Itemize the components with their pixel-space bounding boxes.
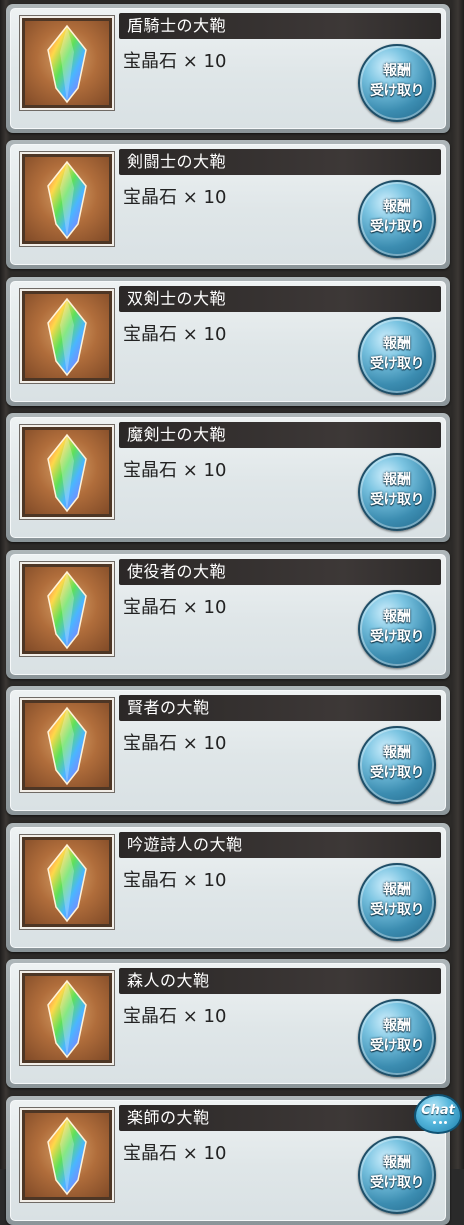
reward-card: 使役者の大鞄 宝晶石 × 10 報酬 受け取り (6, 550, 450, 679)
reward-card: 吟遊詩人の大鞄 宝晶石 × 10 報酬 受け取り (6, 823, 450, 952)
reward-title: 使役者の大鞄 (127, 562, 227, 581)
claim-reward-button[interactable]: 報酬 受け取り (358, 726, 436, 804)
reward-card-body: 盾騎士の大鞄 宝晶石 × 10 報酬 受け取り (10, 8, 446, 129)
chat-label: Chat (421, 1103, 455, 1118)
reward-title-bar: 賢者の大鞄 (119, 695, 441, 721)
reward-title: 剣闘士の大鞄 (127, 152, 227, 171)
reward-title: 双剣士の大鞄 (127, 289, 227, 308)
claim-label-line2: 受け取り (370, 1175, 425, 1191)
reward-card: 楽師の大鞄 宝晶石 × 10 報酬 受け取り (6, 1096, 450, 1225)
reward-title-bar: 盾騎士の大鞄 (119, 13, 441, 39)
reward-card: 双剣士の大鞄 宝晶石 × 10 報酬 受け取り (6, 277, 450, 406)
crystal-icon (19, 151, 115, 247)
reward-title-bar: 使役者の大鞄 (119, 559, 441, 585)
claim-label-line2: 受け取り (370, 1038, 425, 1054)
claim-label-line2: 受け取り (370, 356, 425, 372)
reward-item-text: 宝晶石 × 10 (123, 460, 227, 481)
reward-title: 魔剣士の大鞄 (127, 425, 227, 444)
crystal-icon (19, 15, 115, 111)
claim-label-line1: 報酬 (383, 199, 411, 215)
crystal-icon (19, 970, 115, 1066)
reward-card-body: 賢者の大鞄 宝晶石 × 10 報酬 受け取り (10, 690, 446, 811)
claim-label-line1: 報酬 (383, 1155, 411, 1171)
claim-label-line2: 受け取り (370, 492, 425, 508)
reward-item-text: 宝晶石 × 10 (123, 187, 227, 208)
reward-item-text: 宝晶石 × 10 (123, 870, 227, 891)
claim-label-line2: 受け取り (370, 765, 425, 781)
reward-card: 賢者の大鞄 宝晶石 × 10 報酬 受け取り (6, 686, 450, 815)
claim-label-line1: 報酬 (383, 63, 411, 79)
reward-card-body: 森人の大鞄 宝晶石 × 10 報酬 受け取り (10, 963, 446, 1084)
reward-title-bar: 楽師の大鞄 (119, 1105, 441, 1131)
claim-label-line1: 報酬 (383, 336, 411, 352)
reward-card: 盾騎士の大鞄 宝晶石 × 10 報酬 受け取り (6, 4, 450, 133)
reward-title: 森人の大鞄 (127, 971, 210, 990)
crystal-icon (19, 288, 115, 384)
claim-label-line1: 報酬 (383, 882, 411, 898)
reward-card-body: 使役者の大鞄 宝晶石 × 10 報酬 受け取り (10, 554, 446, 675)
claim-label-line2: 受け取り (370, 902, 425, 918)
reward-title-bar: 剣闘士の大鞄 (119, 149, 441, 175)
reward-item-text: 宝晶石 × 10 (123, 51, 227, 72)
reward-card-body: 吟遊詩人の大鞄 宝晶石 × 10 報酬 受け取り (10, 827, 446, 948)
claim-reward-button[interactable]: 報酬 受け取り (358, 44, 436, 122)
claim-label-line1: 報酬 (383, 609, 411, 625)
claim-reward-button[interactable]: 報酬 受け取り (358, 1136, 436, 1214)
claim-label-line2: 受け取り (370, 629, 425, 645)
claim-reward-button[interactable]: 報酬 受け取り (358, 999, 436, 1077)
reward-item-text: 宝晶石 × 10 (123, 597, 227, 618)
reward-title: 吟遊詩人の大鞄 (127, 835, 243, 854)
claim-reward-button[interactable]: 報酬 受け取り (358, 863, 436, 941)
claim-label-line2: 受け取り (370, 219, 425, 235)
reward-item-text: 宝晶石 × 10 (123, 1006, 227, 1027)
reward-card: 魔剣士の大鞄 宝晶石 × 10 報酬 受け取り (6, 413, 450, 542)
claim-label-line1: 報酬 (383, 745, 411, 761)
crystal-icon (19, 834, 115, 930)
reward-title-bar: 魔剣士の大鞄 (119, 422, 441, 448)
reward-card-body: 双剣士の大鞄 宝晶石 × 10 報酬 受け取り (10, 281, 446, 402)
reward-card-body: 楽師の大鞄 宝晶石 × 10 報酬 受け取り (10, 1100, 446, 1221)
reward-item-text: 宝晶石 × 10 (123, 1143, 227, 1164)
crystal-icon (19, 424, 115, 520)
claim-reward-button[interactable]: 報酬 受け取り (358, 590, 436, 668)
reward-card: 森人の大鞄 宝晶石 × 10 報酬 受け取り (6, 959, 450, 1088)
claim-label-line1: 報酬 (383, 1018, 411, 1034)
reward-list-page: 盾騎士の大鞄 宝晶石 × 10 報酬 受け取り 剣闘士の大鞄 宝晶石 × 10 … (0, 0, 464, 1225)
reward-title: 楽師の大鞄 (127, 1108, 210, 1127)
reward-card-body: 魔剣士の大鞄 宝晶石 × 10 報酬 受け取り (10, 417, 446, 538)
claim-label-line1: 報酬 (383, 472, 411, 488)
claim-label-line2: 受け取り (370, 83, 425, 99)
reward-title-bar: 吟遊詩人の大鞄 (119, 832, 441, 858)
reward-item-text: 宝晶石 × 10 (123, 733, 227, 754)
claim-reward-button[interactable]: 報酬 受け取り (358, 453, 436, 531)
claim-reward-button[interactable]: 報酬 受け取り (358, 317, 436, 395)
reward-card: 剣闘士の大鞄 宝晶石 × 10 報酬 受け取り (6, 140, 450, 269)
crystal-icon (19, 1107, 115, 1203)
chat-button[interactable]: Chat (414, 1094, 462, 1134)
reward-item-text: 宝晶石 × 10 (123, 324, 227, 345)
reward-card-body: 剣闘士の大鞄 宝晶石 × 10 報酬 受け取り (10, 144, 446, 265)
reward-title-bar: 森人の大鞄 (119, 968, 441, 994)
reward-title: 賢者の大鞄 (127, 698, 210, 717)
crystal-icon (19, 697, 115, 793)
reward-title-bar: 双剣士の大鞄 (119, 286, 441, 312)
claim-reward-button[interactable]: 報酬 受け取り (358, 180, 436, 258)
reward-title: 盾騎士の大鞄 (127, 16, 227, 35)
crystal-icon (19, 561, 115, 657)
chat-bubble-icon (433, 1121, 447, 1125)
